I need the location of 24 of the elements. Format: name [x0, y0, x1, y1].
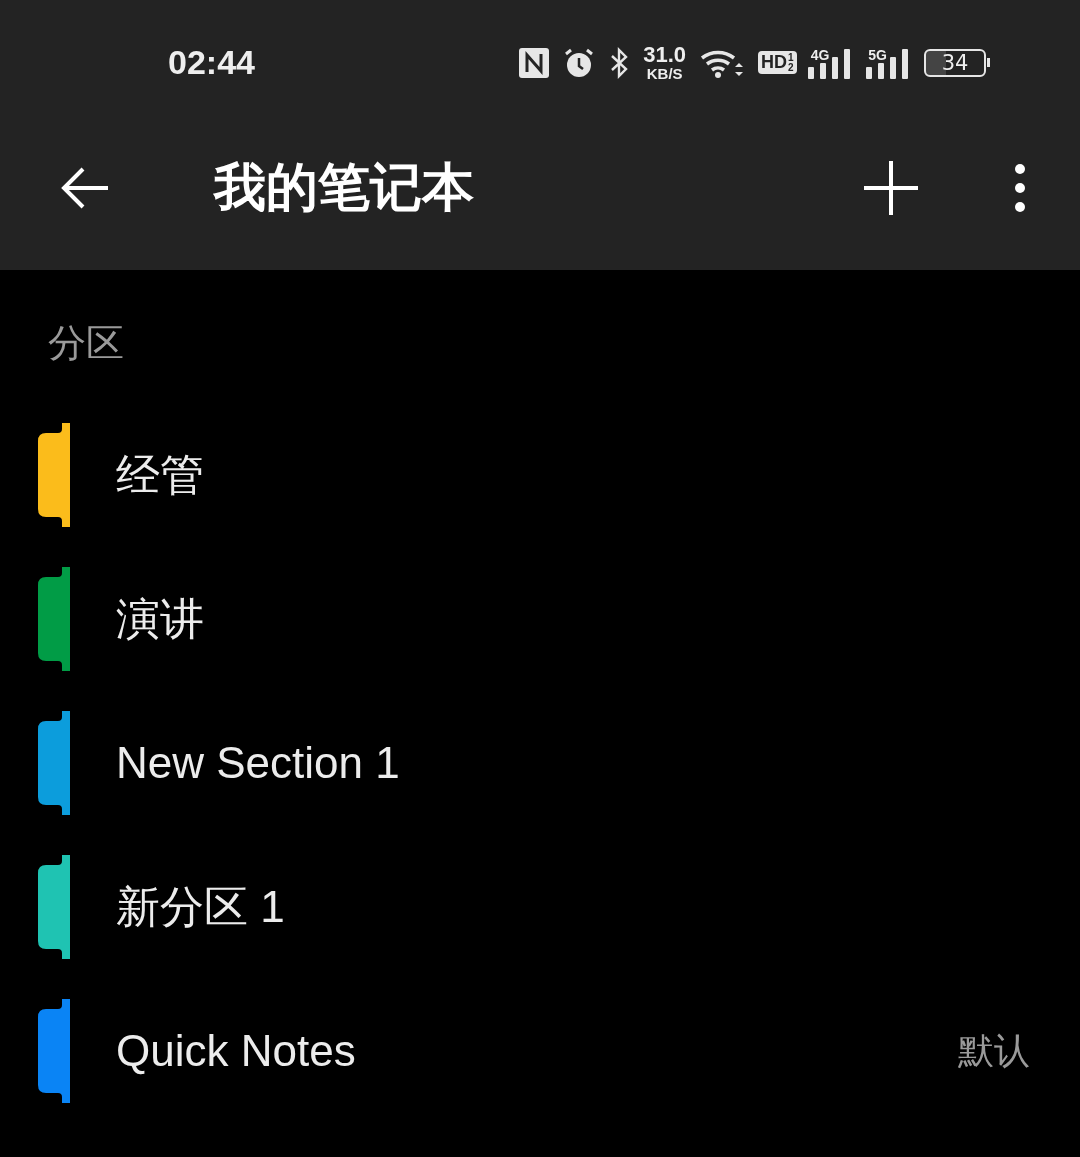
- more-vertical-icon: [1014, 163, 1026, 212]
- back-button[interactable]: [60, 166, 110, 209]
- section-name[interactable]: 新分区 1: [116, 877, 1030, 937]
- network-type-label: 5G: [868, 46, 887, 63]
- network-type-label: 4G: [810, 46, 830, 63]
- plus-icon: [864, 160, 918, 215]
- speed-value: 31.0: [643, 44, 687, 66]
- nfc-icon: [519, 47, 550, 78]
- section-name[interactable]: 经管: [116, 445, 1030, 505]
- notebook-title: 我的笔记本: [214, 155, 475, 219]
- signal-icon: [808, 46, 853, 79]
- section-name[interactable]: Quick Notes: [116, 1026, 958, 1076]
- alarm-clock-icon: [563, 46, 596, 79]
- section-header: 分区: [48, 320, 124, 367]
- clock: 02:44: [168, 43, 255, 82]
- bluetooth-icon: [609, 46, 630, 79]
- back-arrow-icon: [60, 166, 110, 209]
- more-options-button[interactable]: [1014, 163, 1026, 212]
- section-name[interactable]: New Section 1: [116, 738, 1030, 788]
- signal-icon: [866, 46, 910, 79]
- add-button[interactable]: [864, 160, 918, 215]
- default-label: 默认: [958, 1028, 1030, 1073]
- section-name[interactable]: 演讲: [116, 589, 1030, 649]
- speed-unit: KB/S: [646, 66, 683, 81]
